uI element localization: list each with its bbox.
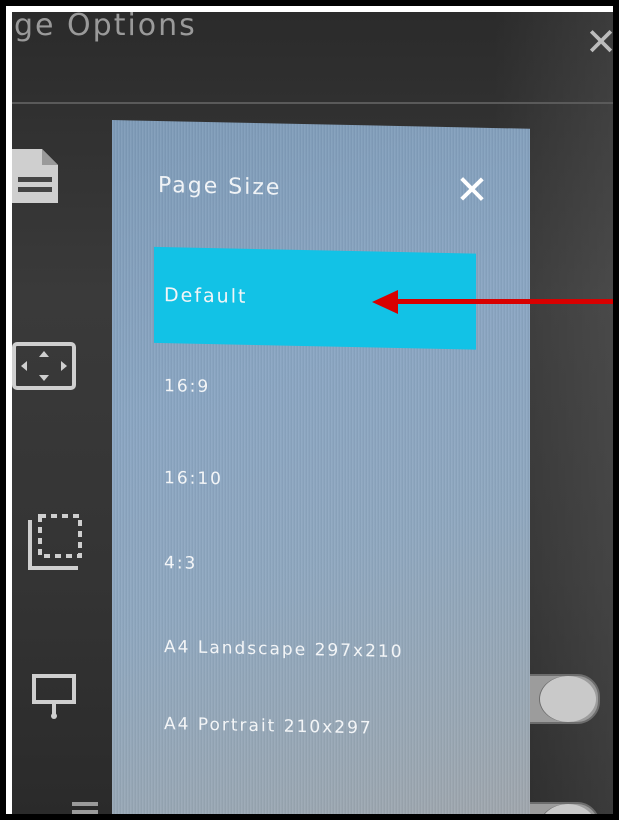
page-options-title: ge Options (14, 12, 197, 43)
title-divider (12, 102, 613, 104)
toggle-knob (540, 804, 596, 814)
close-icon[interactable]: ✕ (585, 20, 613, 64)
option-16-10[interactable]: 16:10 (164, 468, 223, 489)
option-a4-portrait[interactable]: A4 Portrait 210x297 (164, 714, 373, 738)
annotation-arrow-head (372, 290, 398, 314)
dialog-title: Page Size (158, 172, 282, 201)
dialog-close-icon[interactable]: ✕ (454, 167, 490, 214)
option-a4-landscape[interactable]: A4 Landscape 297x210 (164, 637, 404, 662)
option-16-9[interactable]: 16:9 (164, 376, 210, 397)
device-screen: ge Options ✕ S (12, 12, 613, 820)
option-4-3[interactable]: 4:3 (164, 553, 197, 574)
page-size-dialog: Page Size ✕ Default 16:9 16:10 4:3 A4 La… (112, 120, 530, 814)
annotation-arrow-shaft (394, 299, 613, 304)
presentation-icon[interactable] (32, 672, 76, 720)
photo-frame: ge Options ✕ S (0, 0, 619, 820)
crop-area-icon[interactable] (26, 512, 88, 574)
toggle-knob (540, 676, 596, 722)
menu-icon[interactable] (72, 802, 98, 820)
fit-to-screen-icon[interactable] (12, 340, 78, 392)
document-icon[interactable] (12, 147, 60, 205)
